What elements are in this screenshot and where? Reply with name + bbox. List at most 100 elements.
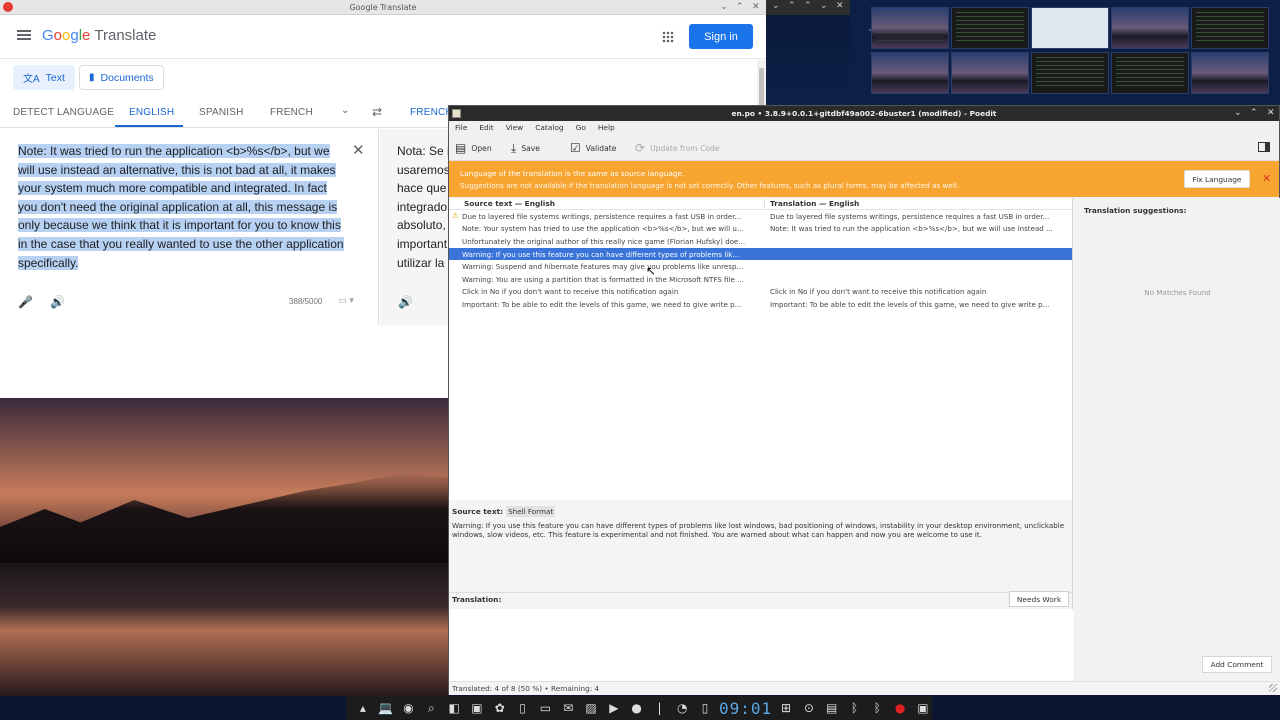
bluetooth-icon[interactable]: ᛒ — [846, 701, 864, 715]
workspace-thumbnail[interactable] — [1031, 52, 1109, 94]
mode-documents-label: Documents — [100, 71, 154, 84]
workspace-thumbnail[interactable] — [951, 7, 1029, 49]
refresh-icon: ⟳ — [635, 141, 646, 155]
table-row-selected[interactable]: Warning: If you use this feature you can… — [449, 247, 1072, 261]
menu-help[interactable]: Help — [598, 123, 615, 132]
keyboard-icon[interactable]: ▭ ▾ — [338, 296, 354, 306]
column-header-source[interactable]: Source text — English — [449, 199, 765, 208]
close-warning-icon[interactable]: ✕ — [1262, 172, 1271, 185]
mode-documents-button[interactable]: ▮ Documents — [79, 65, 164, 90]
close-icon[interactable]: ✕ — [1267, 106, 1275, 121]
menu-file[interactable]: File — [455, 123, 467, 132]
save-button[interactable]: ⤓ Save — [511, 141, 540, 156]
language-warning-bar: Language of the translation is the same … — [449, 161, 1279, 197]
table-row[interactable]: Unfortunately the original author of thi… — [449, 235, 1072, 248]
app-icon[interactable]: ▣ — [468, 701, 486, 715]
media-icon[interactable]: ⊙ — [800, 701, 818, 715]
browser-icon[interactable]: ◉ — [400, 701, 418, 715]
gauge-icon[interactable]: ◔ — [673, 701, 691, 715]
table-row[interactable]: Warning: Suspend and hibernate features … — [449, 260, 1072, 273]
row-source: Unfortunately the original author of thi… — [462, 236, 746, 246]
caret-up-icon[interactable]: ▴ — [354, 701, 372, 715]
speaker-icon[interactable]: 🔊 — [398, 295, 413, 309]
menu-go[interactable]: Go — [576, 123, 586, 132]
apps-grid-icon[interactable] — [662, 31, 674, 43]
lang-tab-target-french[interactable]: FRENCH — [410, 107, 453, 118]
table-row[interactable]: Note: Your system has tried to use the a… — [449, 223, 1072, 236]
source-text-label: Source text: — [452, 507, 504, 516]
resize-grip-icon[interactable] — [1269, 684, 1277, 692]
lang-tab-french[interactable]: FRENCH — [270, 107, 313, 118]
monitor-icon[interactable]: ▭ — [537, 701, 555, 715]
menu-catalog[interactable]: Catalog — [535, 123, 563, 132]
table-row[interactable]: ⚠ Due to layered file systems writings, p… — [449, 210, 1072, 223]
document-icon[interactable]: ▯ — [514, 701, 532, 715]
microphone-icon[interactable]: 🎤 — [18, 295, 33, 309]
close-icon[interactable]: ✕ — [752, 0, 760, 15]
swap-languages-icon[interactable]: ⇄ — [372, 105, 382, 119]
speaker-icon[interactable]: 🔊 — [50, 295, 65, 309]
add-comment-button[interactable]: Add Comment — [1202, 656, 1272, 673]
app-icon[interactable]: ✿ — [491, 701, 509, 715]
minimize-icon[interactable]: ⌄ — [720, 0, 728, 15]
workspace-thumbnail[interactable] — [1031, 7, 1109, 49]
workspace-thumbnail[interactable] — [1111, 7, 1189, 49]
chevron-down-icon[interactable]: ⌄ — [341, 105, 349, 116]
logo-product-name: Translate — [94, 27, 157, 44]
bluetooth-icon[interactable]: ᛒ — [868, 701, 886, 715]
lang-tab-english[interactable]: ENGLISH — [129, 107, 174, 118]
network-icon[interactable]: ⊞ — [777, 701, 795, 715]
table-row[interactable]: Warning: You are using a partition that … — [449, 273, 1072, 286]
translation-input[interactable] — [449, 609, 1073, 681]
maximize-icon[interactable]: ⌃ — [1250, 106, 1258, 121]
workspace-thumbnail[interactable] — [1111, 52, 1189, 94]
app-icon[interactable]: ◧ — [445, 701, 463, 715]
fix-language-button[interactable]: Fix Language — [1184, 170, 1250, 188]
needs-work-toggle[interactable]: Needs Work — [1009, 591, 1069, 607]
workspace-thumbnail[interactable] — [871, 52, 949, 94]
minimize-icon[interactable]: ⌄ — [1234, 106, 1242, 121]
lang-tab-detect[interactable]: DETECT LANGUAGE — [13, 107, 114, 118]
table-row[interactable]: Click in No if you don't want to receive… — [449, 286, 1072, 299]
update-from-code-button[interactable]: ⟳ Update from Code — [635, 141, 720, 155]
lightbulb-icon[interactable]: ● — [628, 701, 646, 715]
search-icon[interactable]: ⌕ — [422, 701, 440, 716]
row-source: Due to layered file systems writings, pe… — [462, 211, 742, 221]
us-flag-icon[interactable]: ▤ — [823, 701, 841, 715]
sign-in-button[interactable]: Sign in — [689, 24, 753, 49]
image-icon[interactable]: ▨ — [582, 701, 600, 715]
workspace-thumbnail[interactable] — [951, 52, 1029, 94]
validate-button[interactable]: ☑ Validate — [570, 141, 616, 155]
source-textarea[interactable]: Note: It was tried to run the applicatio… — [18, 142, 348, 272]
hamburger-menu-icon[interactable] — [17, 30, 31, 40]
column-header-translation[interactable]: Translation — English — [765, 199, 859, 208]
mail-icon[interactable]: ✉ — [559, 701, 577, 715]
workspace-thumbnail[interactable] — [871, 7, 949, 49]
file-icon[interactable]: ▯ — [696, 701, 714, 715]
laptop-icon[interactable]: 💻 — [377, 701, 395, 715]
workspace-thumbnail[interactable] — [1191, 7, 1269, 49]
thermometer-icon[interactable]: | — [651, 701, 669, 715]
gt-mode-bar: 文A Text ▮ Documents — [0, 60, 766, 100]
row-translation: Click in No if you don't want to receive… — [770, 287, 987, 297]
browser-icon — [3, 2, 13, 12]
table-row[interactable]: Important: To be able to edit the levels… — [449, 298, 1072, 311]
warning-triangle-icon: ⚠ — [452, 211, 459, 220]
menu-view[interactable]: View — [506, 123, 524, 132]
record-icon[interactable]: ● — [891, 701, 909, 715]
mode-text-button[interactable]: 文A Text — [13, 65, 75, 90]
open-button[interactable]: ▤ Open — [455, 141, 492, 155]
translation-list: Source text — English Translation — Engl… — [449, 198, 1073, 500]
maximize-icon[interactable]: ⌃ — [736, 0, 744, 15]
sidebar-toggle-icon[interactable] — [1258, 142, 1270, 152]
gt-window-title: Google Translate — [349, 3, 417, 12]
play-icon[interactable]: ▶ — [605, 701, 623, 715]
clear-text-icon[interactable]: ✕ — [352, 141, 365, 159]
character-count: 388/5000 — [289, 297, 323, 306]
lang-tab-spanish[interactable]: SPANISH — [199, 107, 244, 118]
no-matches-text: No Matches Found — [1144, 288, 1211, 297]
menu-edit[interactable]: Edit — [479, 123, 493, 132]
display-icon[interactable]: ▣ — [914, 701, 932, 715]
workspace-thumbnail[interactable] — [1191, 52, 1269, 94]
google-translate-logo[interactable]: Google Translate — [42, 27, 156, 44]
